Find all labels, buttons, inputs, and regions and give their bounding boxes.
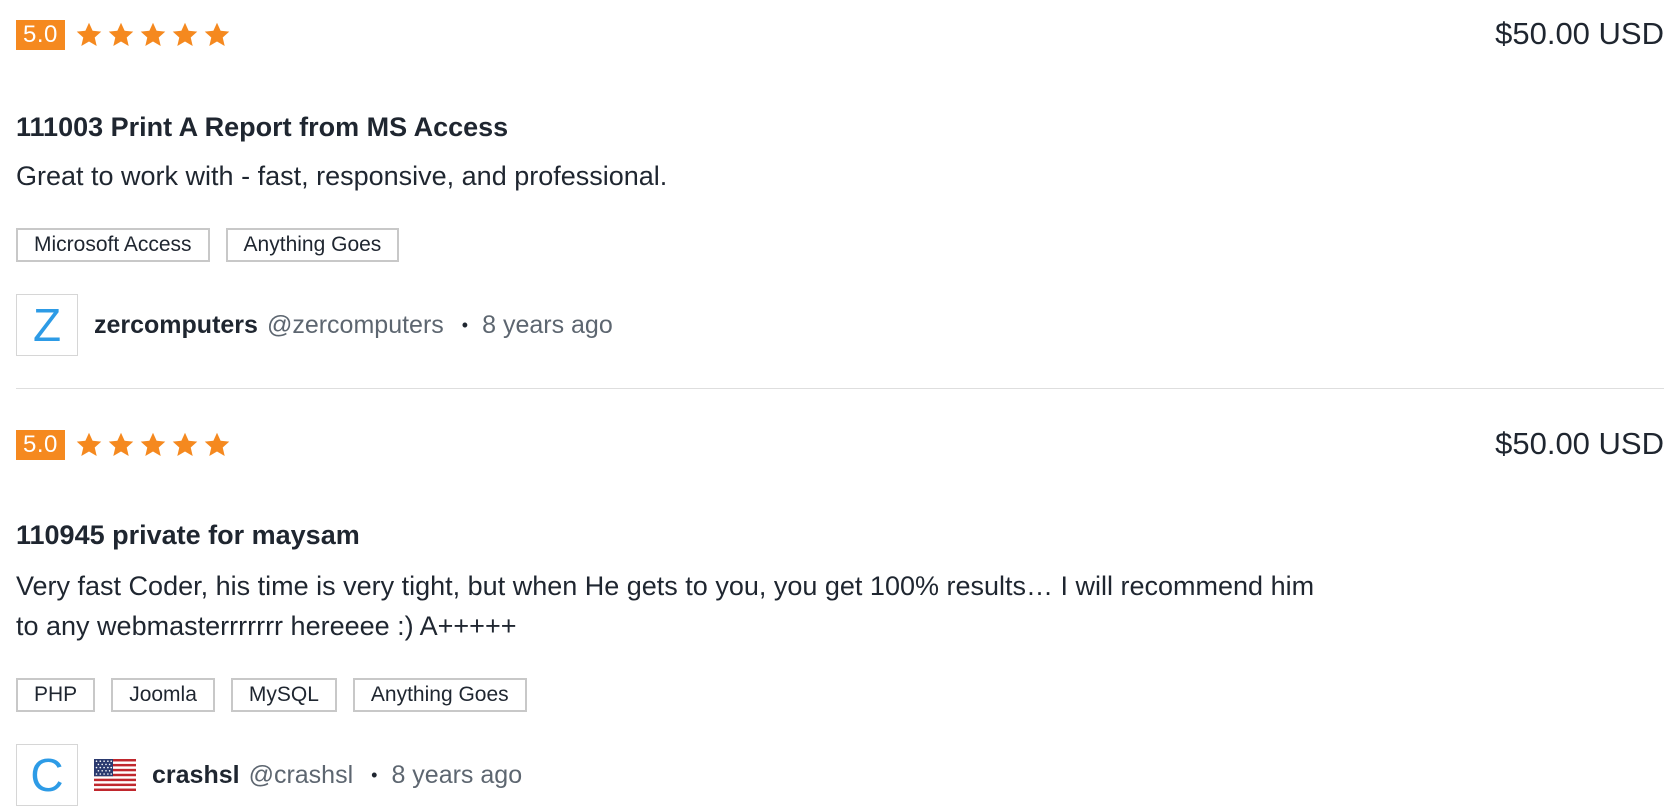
star-rating — [75, 21, 231, 49]
star-icon — [76, 432, 102, 456]
review-price: $50.00 USD — [1495, 16, 1664, 51]
rating-badge: 5.0 — [16, 20, 65, 50]
review-time: 8 years ago — [391, 760, 523, 789]
reviews-list: 5.0 $50.00 USD 111003 Print A Report fro… — [0, 0, 1680, 808]
star-icon — [204, 432, 230, 456]
star-icon — [172, 432, 198, 456]
skill-tag[interactable]: Anything Goes — [225, 228, 400, 262]
review-card: 5.0 $50.00 USD 111003 Print A Report fro… — [16, 0, 1664, 389]
separator-dot: • — [371, 764, 378, 785]
us-flag-icon — [94, 759, 136, 791]
star-icon — [204, 22, 230, 46]
star-icon — [108, 432, 134, 456]
project-title-link[interactable]: 111003 Print A Report from MS Access — [16, 112, 508, 143]
star-icon — [172, 22, 198, 46]
reviewer-name-link[interactable]: zercomputers — [94, 311, 258, 340]
review-comment: Very fast Coder, his time is very tight,… — [16, 571, 1315, 641]
rating-badge: 5.0 — [16, 430, 65, 460]
reviewer-handle: @crashsl — [248, 760, 354, 789]
reviewer-info: C crashsl @crashsl • 8 years ago — [16, 744, 522, 806]
skill-tag[interactable]: Microsoft Access — [16, 228, 210, 262]
rating-row: 5.0 — [16, 20, 231, 50]
project-title-link[interactable]: 110945 private for maysam — [16, 520, 360, 551]
reviewer-info: Z zercomputers @zercomputers • 8 years a… — [16, 294, 613, 356]
review-price: $50.00 USD — [1495, 426, 1664, 461]
star-icon — [108, 22, 134, 46]
skill-tags: Microsoft Access Anything Goes — [16, 228, 400, 262]
reviewer-name-link[interactable]: crashsl — [152, 761, 240, 790]
skill-tag[interactable]: Joomla — [111, 678, 215, 712]
review-time: 8 years ago — [482, 310, 613, 339]
separator-dot: • — [461, 314, 469, 335]
avatar[interactable]: C — [16, 744, 78, 806]
star-icon — [140, 22, 166, 46]
rating-row: 5.0 — [16, 430, 231, 460]
star-icon — [76, 22, 102, 46]
skill-tags: PHP Joomla MySQL Anything Goes — [16, 678, 527, 712]
skill-tag[interactable]: MySQL — [230, 678, 337, 712]
skill-tag[interactable]: PHP — [16, 678, 96, 712]
star-rating — [75, 431, 231, 459]
review-card: 5.0 $50.00 USD 110945 private for maysam… — [16, 410, 1664, 808]
review-comment: Great to work with - fast, responsive, a… — [16, 161, 668, 191]
reviewer-handle: @zercomputers — [266, 310, 444, 339]
avatar[interactable]: Z — [16, 294, 78, 356]
star-icon — [140, 432, 166, 456]
skill-tag[interactable]: Anything Goes — [352, 678, 527, 712]
